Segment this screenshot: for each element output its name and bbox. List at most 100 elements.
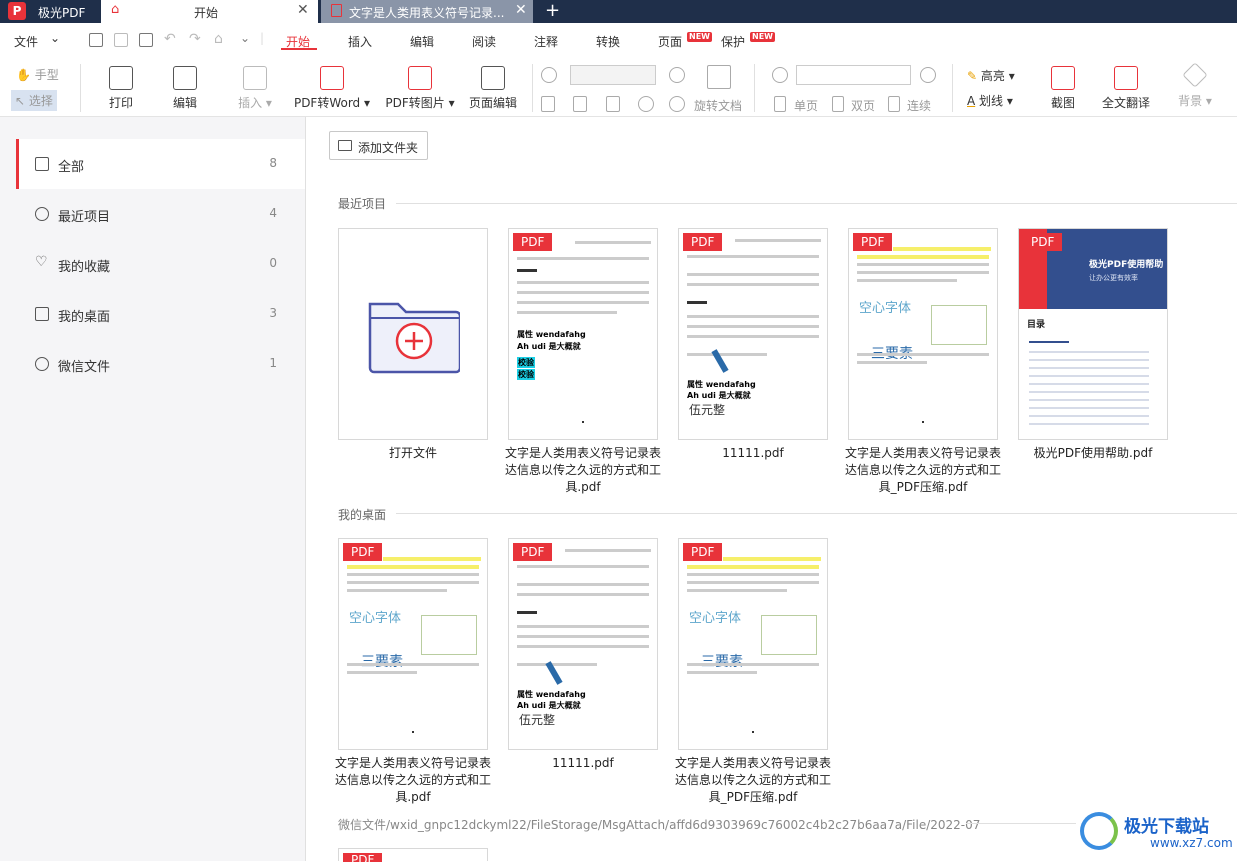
- double-page-icon[interactable]: [832, 96, 844, 112]
- pdf-to-word-label: PDF转Word: [293, 96, 361, 110]
- heart-icon: ♡: [35, 254, 48, 270]
- select-tool-button[interactable]: ↖ 选择: [11, 90, 57, 111]
- menu-separator: |: [260, 31, 265, 45]
- toolbar-separator: [532, 64, 533, 112]
- file-thumbnail[interactable]: PDF 空心字体 三要素: [338, 538, 488, 750]
- app-logo-icon: P: [8, 2, 26, 20]
- sidebar-item-recent[interactable]: 最近项目 4: [16, 189, 305, 239]
- sidebar-item-label: 微信文件: [58, 360, 111, 375]
- paint-bucket-icon: [1182, 62, 1208, 88]
- rotate-right-icon[interactable]: [669, 96, 685, 112]
- zoom-select[interactable]: [570, 65, 656, 85]
- actual-size-icon[interactable]: [541, 96, 555, 112]
- printer-icon: [109, 66, 133, 90]
- new-tab-button[interactable]: +: [545, 0, 560, 21]
- next-page-icon[interactable]: [920, 67, 936, 83]
- file-thumbnail[interactable]: PDF 空心字体 三要素: [848, 228, 998, 440]
- sidebar: 全部 8 最近项目 4 ♡ 我的收藏 0 我的桌面 3 微信文件 1: [0, 117, 306, 861]
- zoom-out-icon[interactable]: [541, 67, 557, 83]
- sidebar-item-desktop[interactable]: 我的桌面 3: [16, 289, 305, 339]
- single-page-label[interactable]: 单页: [794, 97, 818, 114]
- single-page-icon[interactable]: [774, 96, 786, 112]
- pdf-to-word-button[interactable]: PDF转Word ▾: [292, 66, 372, 111]
- double-page-label[interactable]: 双页: [851, 97, 875, 114]
- menu-annotate[interactable]: 注释: [534, 33, 558, 50]
- fit-width-icon[interactable]: [573, 96, 587, 112]
- file-name: 文字是人类用表义符号记录表达信息以传之久远的方式和工具.pdf: [504, 446, 661, 494]
- home-nav-icon[interactable]: ⌂: [214, 31, 223, 47]
- menu-protect[interactable]: 保护: [721, 33, 745, 50]
- screenshot-icon: [1051, 66, 1075, 90]
- menu-read[interactable]: 阅读: [472, 33, 496, 50]
- continuous-label[interactable]: 连续: [907, 97, 931, 114]
- close-icon[interactable]: ✕: [297, 2, 309, 18]
- thumb-bold-text: 属性 wendafahg: [517, 690, 586, 699]
- file-thumbnail[interactable]: PDF 极光PDF使用帮助 让办公更有效率 目录: [1018, 228, 1168, 440]
- edit-button[interactable]: 编辑: [167, 66, 203, 111]
- thumb-bold-text: 属性 wendafahg: [687, 380, 756, 389]
- add-folder-button[interactable]: 添加文件夹: [329, 131, 428, 160]
- sidebar-item-count: 0: [269, 256, 277, 270]
- hand-tool-button[interactable]: ✋ 手型: [16, 66, 59, 83]
- menu-edit[interactable]: 编辑: [410, 33, 434, 50]
- menu-file[interactable]: 文件: [14, 33, 38, 50]
- thumb-tag: 校验: [517, 369, 535, 380]
- close-icon[interactable]: ✕: [515, 2, 527, 18]
- fit-page-icon[interactable]: [707, 65, 731, 89]
- sidebar-item-wechat[interactable]: 微信文件 1: [16, 339, 305, 389]
- print-button[interactable]: 打印: [103, 66, 139, 111]
- translate-label: 全文翻译: [1101, 96, 1150, 110]
- file-thumbnail[interactable]: PDF 属性 wendafahg Ah udi 是大概就 伍元整: [508, 538, 658, 750]
- sidebar-item-all[interactable]: 全部 8: [16, 139, 305, 189]
- menu-page[interactable]: 页面: [658, 33, 682, 50]
- chevron-down-icon[interactable]: ⌄: [50, 31, 60, 45]
- new-badge: NEW: [687, 32, 712, 42]
- edit-icon: [173, 66, 197, 90]
- page-number-input[interactable]: [796, 65, 911, 85]
- print-icon[interactable]: [139, 33, 153, 47]
- word-convert-icon: [320, 66, 344, 90]
- site-watermark: 极光下载站 www.xz7.com: [1080, 810, 1233, 854]
- file-thumbnail[interactable]: PDF: [338, 848, 488, 862]
- strikeout-button[interactable]: A 划线 ▾: [967, 92, 1013, 109]
- grid-icon: [35, 157, 49, 171]
- customize-chevron-icon[interactable]: ⌄: [240, 31, 250, 45]
- sidebar-item-count: 1: [269, 356, 277, 370]
- menu-insert[interactable]: 插入: [348, 33, 372, 50]
- clock-icon: [35, 207, 49, 221]
- new-badge: NEW: [750, 32, 775, 42]
- background-button[interactable]: 背景 ▾: [1170, 62, 1220, 109]
- thumb-heading-text: 三要素: [701, 654, 743, 670]
- sidebar-item-label: 全部: [58, 160, 85, 175]
- file-thumbnail[interactable]: PDF 空心字体 三要素: [678, 538, 828, 750]
- hand-tool-label: 手型: [34, 68, 59, 82]
- undo-icon[interactable]: ↶: [164, 31, 176, 47]
- translate-icon: [1114, 66, 1138, 90]
- previous-page-icon[interactable]: [772, 67, 788, 83]
- select-tool-label: 选择: [28, 94, 53, 108]
- save-icon[interactable]: [114, 33, 128, 47]
- rotate-document-label[interactable]: 旋转文档: [694, 97, 742, 114]
- open-folder-icon[interactable]: [89, 33, 103, 47]
- pdf-to-image-button[interactable]: PDF转图片 ▾: [385, 66, 455, 111]
- sidebar-item-favorites[interactable]: ♡ 我的收藏 0: [16, 239, 305, 289]
- tab-start[interactable]: ⌂ 开始 ✕: [101, 0, 318, 23]
- menu-convert[interactable]: 转换: [596, 33, 620, 50]
- file-thumbnail[interactable]: PDF 属性 wendafahg Ah udi 是大概就 校验 校验: [508, 228, 658, 440]
- tab-document[interactable]: 文字是人类用表义符号记录... ✕: [321, 0, 533, 23]
- continuous-icon[interactable]: [888, 96, 900, 112]
- zoom-in-icon[interactable]: [669, 67, 685, 83]
- pdf-badge: PDF: [343, 543, 383, 561]
- highlight-button[interactable]: ✎ 高亮 ▾: [967, 67, 1015, 84]
- screenshot-button[interactable]: 截图: [1045, 66, 1081, 111]
- redo-icon[interactable]: ↷: [189, 31, 201, 47]
- pdf-badge: PDF: [853, 233, 893, 251]
- translate-button[interactable]: 全文翻译: [1100, 66, 1152, 111]
- file-thumbnail[interactable]: PDF 属性 wendafahg Ah udi 是大概就 伍元整: [678, 228, 828, 440]
- insert-button[interactable]: 插入 ▾: [230, 66, 280, 111]
- rotate-left-icon[interactable]: [638, 96, 654, 112]
- open-file-card[interactable]: [338, 228, 488, 440]
- open-file-label[interactable]: 打开文件: [333, 445, 493, 462]
- fit-height-icon[interactable]: [606, 96, 620, 112]
- page-edit-button[interactable]: 页面编辑: [467, 66, 519, 111]
